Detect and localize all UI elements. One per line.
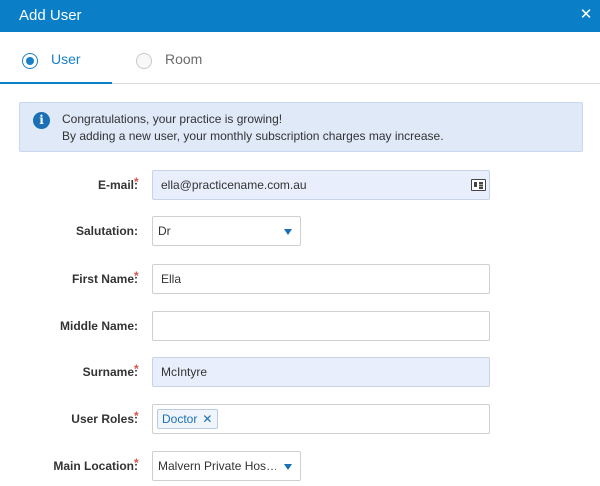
middle-name-field[interactable]	[152, 311, 490, 341]
required-asterisk: *	[134, 409, 139, 423]
room-radio[interactable]	[136, 53, 152, 69]
surname-label: Surname:	[82, 365, 138, 379]
surname-row: Surname: * McIntyre	[0, 357, 600, 387]
email-field[interactable]: ella@practicename.com.au	[152, 170, 490, 200]
main-location-label: Main Location:	[53, 459, 138, 473]
info-banner: i Congratulations, your practice is grow…	[19, 102, 583, 152]
tab-user[interactable]: User	[0, 32, 112, 84]
add-user-dialog: Add User ✕ User Room i Congratulations, …	[0, 0, 600, 486]
user-radio[interactable]	[22, 53, 38, 69]
salutation-value: Dr	[158, 224, 171, 238]
chevron-down-icon	[284, 464, 292, 470]
surname-value: McIntyre	[161, 365, 208, 379]
main-location-value: Malvern Private Hos…	[158, 459, 276, 473]
required-asterisk: *	[134, 456, 139, 470]
banner-message-detail: By adding a new user, your monthly subsc…	[62, 129, 444, 143]
salutation-row: Salutation: Dr	[0, 216, 600, 246]
main-location-row: Main Location: * Malvern Private Hos…	[0, 451, 600, 481]
first-name-row: First Name: * Ella	[0, 264, 600, 294]
tab-user-label: User	[51, 51, 81, 67]
user-roles-label: User Roles:	[71, 412, 138, 426]
tab-room[interactable]: Room	[120, 32, 220, 84]
tab-room-label: Room	[165, 51, 203, 67]
info-icon: i	[33, 112, 50, 129]
salutation-label: Salutation:	[76, 224, 138, 238]
email-value: ella@practicename.com.au	[161, 178, 307, 192]
first-name-field[interactable]: Ella	[152, 264, 490, 294]
salutation-select[interactable]: Dr	[152, 216, 301, 246]
contact-card-icon[interactable]	[471, 179, 486, 191]
email-label: E-mail:	[97, 178, 138, 192]
email-row: E-mail: * ella@practicename.com.au	[0, 170, 600, 200]
required-asterisk: *	[134, 175, 139, 189]
required-asterisk: *	[134, 269, 139, 283]
first-name-label: First Name:	[71, 272, 138, 286]
required-asterisk: *	[134, 362, 139, 376]
chevron-down-icon	[284, 229, 292, 235]
banner-message-title: Congratulations, your practice is growin…	[62, 112, 283, 126]
user-roles-multiselect[interactable]: Doctor ✕	[152, 404, 490, 434]
role-chip-doctor: Doctor ✕	[157, 409, 219, 429]
dialog-titlebar: Add User ✕	[0, 0, 600, 32]
surname-field[interactable]: McIntyre	[152, 357, 490, 387]
middle-name-label: Middle Name:	[59, 319, 138, 333]
dialog-title: Add User	[19, 7, 82, 24]
main-location-select[interactable]: Malvern Private Hos…	[152, 451, 301, 481]
middle-name-row: Middle Name:	[0, 311, 600, 341]
user-roles-row: User Roles: * Doctor ✕	[0, 404, 600, 434]
role-chip-label: Doctor	[162, 412, 198, 426]
user-type-tabs: User Room	[0, 32, 600, 84]
remove-chip-icon[interactable]: ✕	[202, 412, 212, 426]
close-icon[interactable]: ✕	[578, 7, 594, 23]
first-name-value: Ella	[161, 272, 182, 286]
